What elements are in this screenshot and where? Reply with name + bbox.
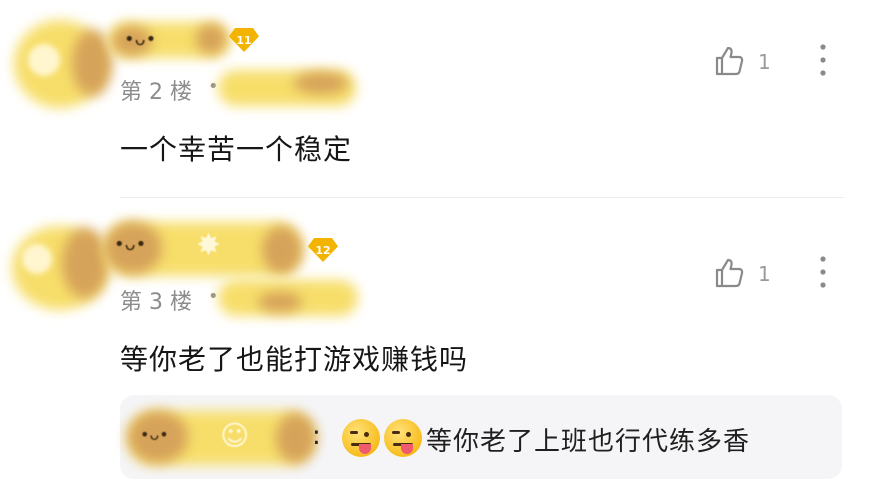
floor-label: 第 2 楼	[120, 80, 192, 105]
more-vertical-icon	[820, 256, 826, 288]
like-button[interactable]: 1	[712, 44, 782, 80]
more-vertical-icon	[820, 44, 826, 76]
reply-colon: :	[312, 421, 322, 451]
comment-content[interactable]: 一个幸苦一个稳定	[120, 128, 352, 168]
reply-username[interactable]: •ᴗ• ☺	[128, 405, 316, 469]
tongue-out-emoji	[342, 419, 380, 457]
more-button[interactable]	[812, 42, 834, 80]
avatar[interactable]	[14, 16, 112, 112]
floor-label: 第 3 楼	[120, 290, 192, 315]
more-button[interactable]	[812, 254, 834, 292]
reply-box[interactable]: •ᴗ• ☺ : 等你老了上班也行代练多香	[120, 395, 842, 479]
comment-content[interactable]: 等你老了也能打游戏赚钱吗	[120, 338, 468, 378]
level-badge: 11	[229, 28, 259, 52]
username[interactable]: •ᴗ• ✸	[104, 218, 304, 280]
reply-content: 等你老了上班也行代练多香	[426, 427, 751, 457]
avatar[interactable]	[12, 222, 112, 312]
post-time	[218, 278, 360, 318]
username[interactable]: •ᴗ•	[108, 18, 232, 62]
post-time	[218, 68, 358, 108]
divider	[120, 197, 844, 198]
like-button[interactable]: 1	[712, 256, 782, 292]
tongue-out-emoji	[384, 419, 422, 457]
level-badge: 12	[308, 238, 338, 262]
like-count: 1	[758, 50, 771, 74]
thumbs-up-icon	[715, 46, 744, 76]
like-count: 1	[758, 262, 771, 286]
thumbs-up-icon	[715, 258, 744, 288]
